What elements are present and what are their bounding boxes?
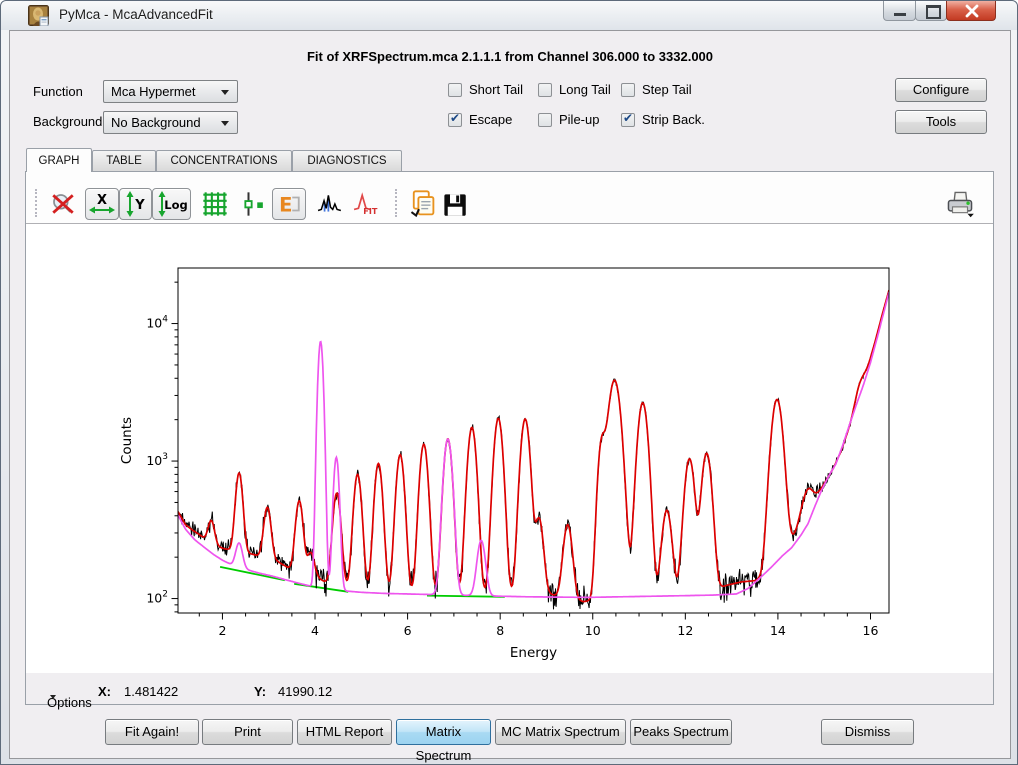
save-icon [441,191,468,218]
configure-button[interactable]: Configure [895,78,987,102]
function-label: Function [33,84,83,99]
checkbox-box [621,113,635,127]
fit-title: Fit of XRFSpectrum.mca 2.1.1.1 from Chan… [11,49,1009,64]
checkbox-box [538,83,552,97]
svg-text:8: 8 [496,623,504,638]
dismiss-button[interactable]: Dismiss [821,719,914,745]
titlebar[interactable]: PyMca - McaAdvancedFit [1,1,1017,30]
toolbar-handle[interactable] [395,189,400,217]
cursor-x-label: X: [98,684,111,699]
tab-graph[interactable]: GRAPH [26,148,92,172]
maximize-icon [926,5,941,19]
print-icon [945,189,975,219]
svg-text:10: 10 [585,623,601,638]
spectrum-plot[interactable]: 2 4 6 8 10 12 14 16 102 103 104 Energy Counts [26,224,993,673]
plot-statusbar: Options X: 1.481422 Y: 41990.12 [26,673,993,704]
energy-selection-button[interactable]: E [272,188,306,220]
energy-icon: E [276,191,302,217]
svg-text:102: 102 [146,590,168,606]
background-label: Background [33,114,102,129]
function-value: Mca Hypermet [111,84,196,99]
checkbox-long-tail[interactable]: Long Tail [538,82,611,97]
peaks-icon [316,191,344,217]
peaks-spectrum-button[interactable]: Peaks Spectrum [630,719,732,745]
checkbox-escape[interactable]: Escape [448,112,512,127]
checkbox-box [448,83,462,97]
y-autoscale-icon: Y [122,190,149,218]
chevron-down-icon [221,121,229,126]
background-select[interactable]: No Background [103,111,238,134]
svg-text:14: 14 [770,623,786,638]
save-button[interactable] [438,188,470,220]
toggle-points-icon [238,190,266,218]
svg-text:E: E [279,194,292,217]
svg-text:X: X [97,193,107,208]
maximize-button[interactable] [915,1,947,21]
pymca-window: PyMca - McaAdvancedFit Fit of XRFSpectru… [0,0,1018,765]
minimize-button[interactable] [883,1,916,21]
svg-text:12: 12 [677,623,693,638]
chevron-down-icon [50,695,56,699]
fit-again-button[interactable]: Fit Again! [105,719,199,745]
svg-text:103: 103 [146,452,168,468]
toggle-points-button[interactable] [236,188,268,220]
checkbox-box [538,113,552,127]
cursor-y-value: 41990.12 [278,684,332,699]
tab-diagnostics[interactable]: DIAGNOSTICS [292,150,402,171]
copy-to-clipboard-icon [408,189,438,219]
print-button[interactable] [942,188,978,220]
zoom-reset-button[interactable] [48,188,78,220]
html-report-button[interactable]: HTML Report [297,719,392,745]
cursor-y-label: Y: [254,684,266,699]
toolbar-handle[interactable] [35,189,40,217]
svg-text:2: 2 [218,623,226,638]
chevron-down-icon [221,90,229,95]
background-value: No Background [111,115,201,130]
matrix-spectrum-button[interactable]: Matrix Spectrum [396,719,491,745]
checkbox-short-tail[interactable]: Short Tail [448,82,523,97]
checkbox-strip-back[interactable]: Strip Back. [621,112,705,127]
function-select[interactable]: Mca Hypermet [103,80,238,103]
x-autoscale-button[interactable]: X [85,188,119,220]
plot-canvas[interactable]: 2 4 6 8 10 12 14 16 102 103 104 Energy Counts [26,224,993,673]
svg-text:4: 4 [311,623,319,638]
pymca-app-icon [28,5,49,26]
x-autoscale-icon: X [88,191,116,217]
copy-button[interactable] [405,188,441,220]
svg-text:Log: Log [164,198,187,212]
checkbox-box [621,83,635,97]
svg-text:104: 104 [146,315,168,331]
peaks-button[interactable] [313,188,347,220]
fit-button[interactable]: FIT [348,188,384,220]
close-icon [947,1,997,21]
log-scale-button[interactable]: Log [152,188,191,220]
checkbox-pileup[interactable]: Pile-up [538,112,599,127]
tab-table[interactable]: TABLE [92,150,156,171]
close-button[interactable] [946,1,996,21]
cursor-x-value: 1.481422 [124,684,178,699]
window-title: PyMca - McaAdvancedFit [59,7,213,22]
y-autoscale-button[interactable]: Y [119,188,152,220]
log-scale-icon: Log [155,190,188,218]
svg-text:FIT: FIT [363,206,378,216]
y-axis-label: Counts [119,417,135,464]
checkbox-box [448,113,462,127]
tab-concentrations[interactable]: CONCENTRATIONS [156,150,292,171]
mc-matrix-spectrum-button[interactable]: MC Matrix Spectrum [495,719,626,745]
print-report-button[interactable]: Print [202,719,293,745]
zoom-reset-icon [50,191,76,217]
svg-text:6: 6 [404,623,412,638]
checkbox-step-tail[interactable]: Step Tail [621,82,692,97]
x-axis-label: Energy [510,645,557,661]
fit-icon: FIT [351,191,381,217]
svg-text:Y: Y [134,198,145,213]
grid-button[interactable] [199,188,231,220]
grid-icon [201,190,229,218]
minimize-icon [894,13,906,16]
tools-button[interactable]: Tools [895,110,987,134]
svg-text:16: 16 [863,623,879,638]
